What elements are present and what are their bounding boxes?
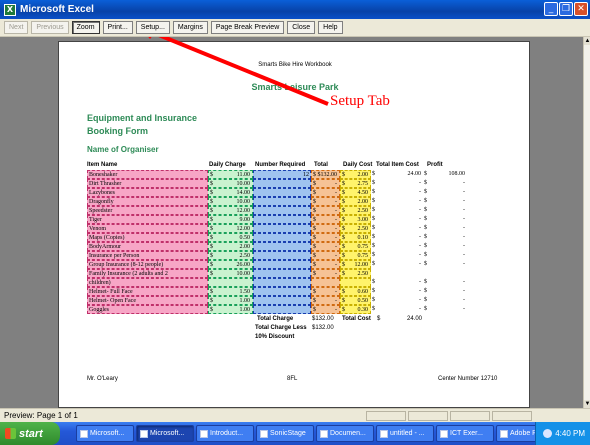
excel-icon (140, 429, 148, 438)
sonicstage-icon (260, 429, 268, 438)
annotation-arrow-head (148, 37, 152, 39)
scroll-up-icon[interactable]: ▲ (584, 37, 590, 45)
minimize-button[interactable]: _ (544, 2, 558, 16)
zoom-button[interactable]: Zoom (71, 21, 100, 34)
close-preview-button[interactable]: Close (287, 21, 316, 34)
scroll-down-icon[interactable]: ▼ (584, 400, 590, 408)
system-tray: 4:40 PM (535, 422, 590, 445)
taskbar-button-label: Documen... (330, 430, 366, 437)
word-icon (200, 429, 208, 438)
adobe-icon (500, 429, 508, 438)
vertical-scrollbar[interactable]: ▲ ▼ (583, 37, 590, 408)
taskbar-button[interactable]: SonicStage (256, 425, 314, 442)
taskbar-button[interactable]: untitled - ... (376, 425, 434, 442)
volume-icon[interactable] (543, 429, 553, 438)
taskbar-button[interactable]: Introduct... (196, 425, 254, 442)
annotation-arrow-line (158, 37, 329, 106)
word-icon (320, 429, 328, 438)
status-bar: Preview: Page 1 of 1 (0, 408, 590, 422)
print-preview-toolbar: Next Previous Zoom Print... Setup... Mar… (0, 19, 590, 37)
clock: 4:40 PM (555, 429, 585, 438)
taskbar-button[interactable]: Microsoft... (76, 425, 134, 442)
window-title: Microsoft Excel (20, 4, 94, 15)
taskbar-button-label: SonicStage (270, 430, 306, 437)
status-segment (450, 411, 490, 421)
windows-logo-icon (5, 428, 16, 439)
annotation-arrow (148, 37, 329, 106)
page-break-preview-button[interactable]: Page Break Preview (210, 21, 285, 34)
taskbar-button[interactable]: ICT Exer... (436, 425, 494, 442)
start-button[interactable]: start (0, 422, 60, 445)
internet-explorer-icon (80, 429, 88, 438)
paint-icon (380, 429, 388, 438)
previous-button[interactable]: Previous (31, 21, 69, 34)
taskbar-button-label: Introduct... (210, 430, 244, 437)
title-bar: X Microsoft Excel _ ❐ ✕ (0, 0, 590, 19)
restore-button[interactable]: ❐ (559, 2, 573, 16)
preview-area: Smarts Bike Hire Workbook Smarts Leisure… (0, 37, 583, 408)
taskbar-button-label: Microsoft... (150, 430, 185, 437)
excel-icon[interactable]: X (4, 3, 16, 16)
close-window-button[interactable]: ✕ (574, 2, 588, 16)
help-button[interactable]: Help (318, 21, 343, 34)
status-segment (408, 411, 448, 421)
status-segment (366, 411, 406, 421)
setup-tab-annotation: Setup Tab (330, 93, 390, 109)
task-list: Microsoft... Microsoft... Introduct... Soni… (74, 425, 554, 442)
taskbar-button[interactable]: Microsoft... (136, 425, 194, 442)
taskbar-button-label: Microsoft... (90, 430, 125, 437)
taskbar-button[interactable]: Documen... (316, 425, 374, 442)
next-button[interactable]: Next (4, 21, 29, 34)
taskbar: start Microsoft... Microsoft... Introduct.… (0, 422, 590, 445)
taskbar-button-label: untitled - ... (390, 430, 425, 437)
window-controls: _ ❐ ✕ (544, 2, 588, 16)
start-label: start (19, 427, 43, 440)
status-segment (492, 411, 532, 421)
status-text: Preview: Page 1 of 1 (4, 411, 78, 420)
taskbar-button-label: ICT Exer... (450, 430, 483, 437)
print-button[interactable]: Print... (102, 21, 133, 34)
folder-icon (440, 429, 448, 438)
setup-button[interactable]: Setup... (135, 21, 170, 34)
margins-button[interactable]: Margins (172, 21, 208, 34)
